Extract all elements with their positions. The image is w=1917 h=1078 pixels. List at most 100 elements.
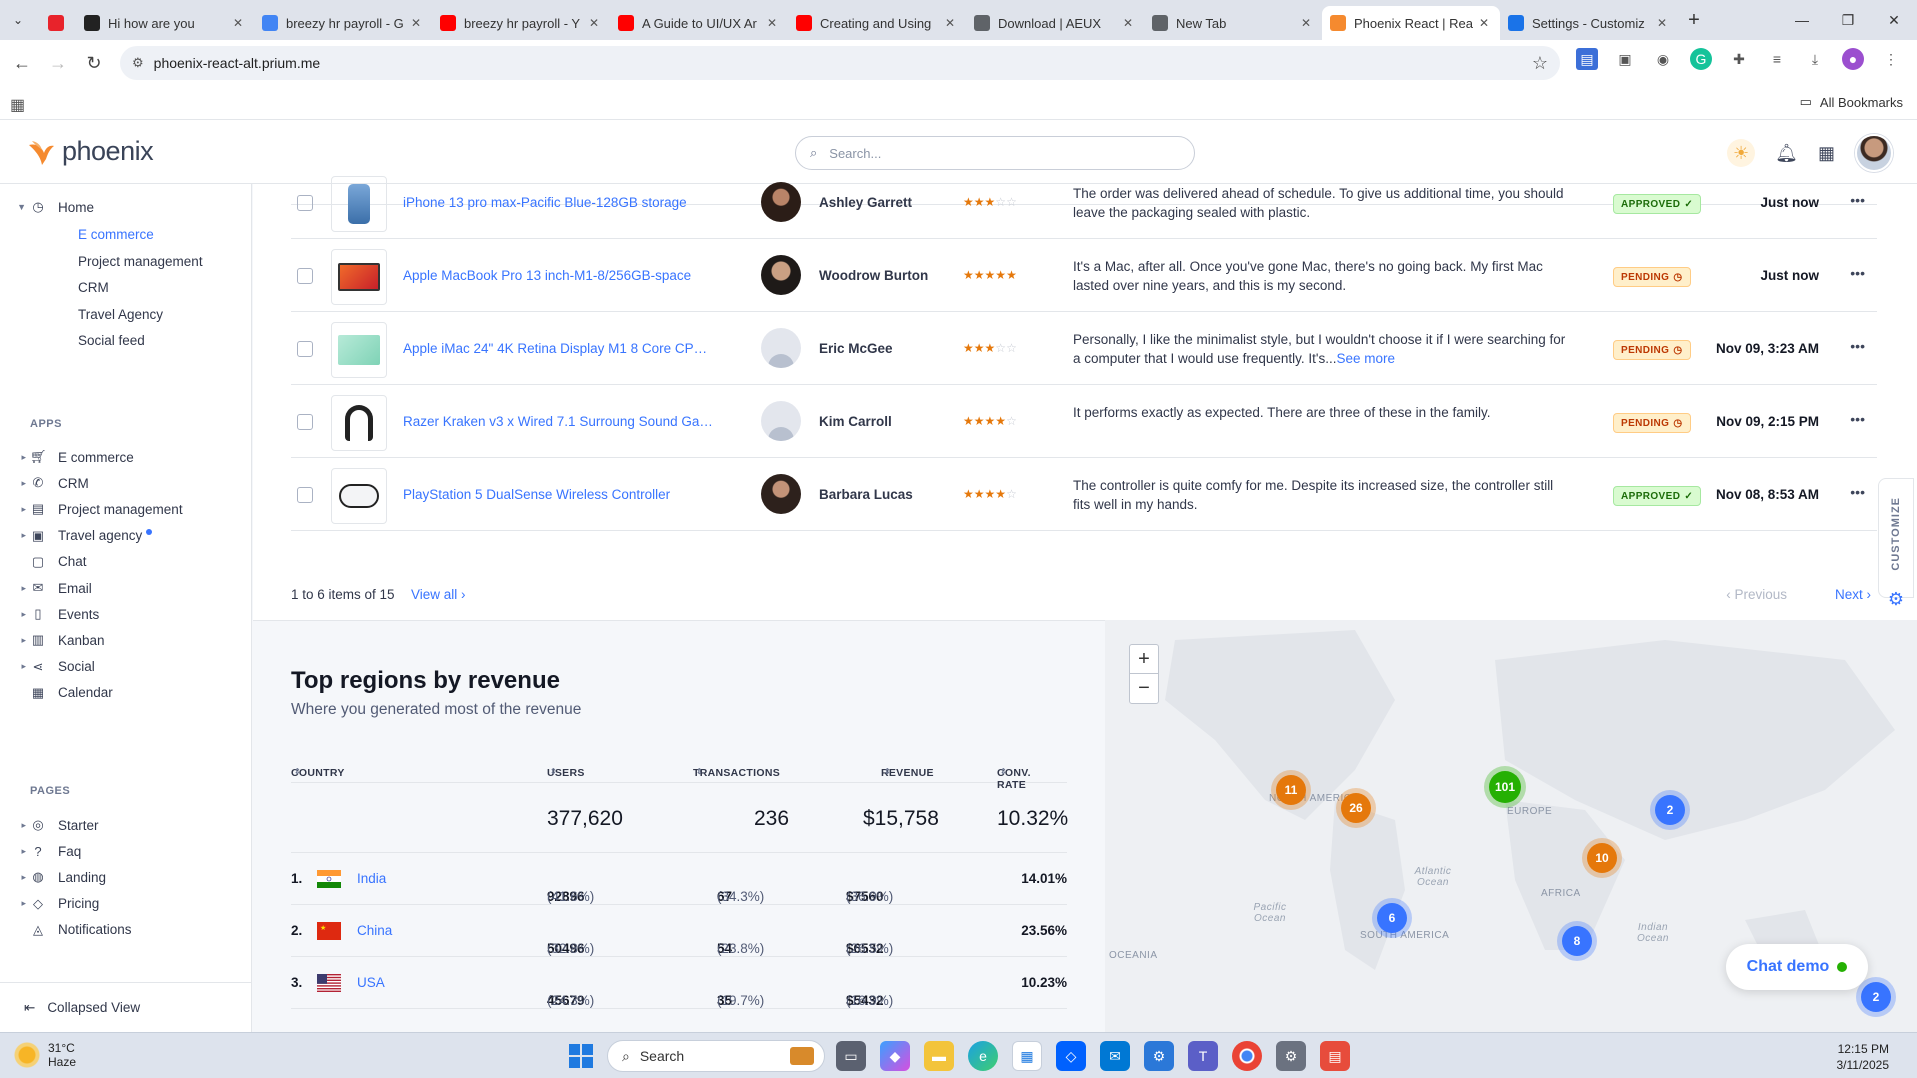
zoom-in-button[interactable]: +	[1130, 645, 1158, 674]
close-tab-icon[interactable]: ✕	[1120, 16, 1136, 30]
zoom-out-button[interactable]: −	[1130, 674, 1158, 703]
row-actions-icon[interactable]: •••	[1850, 192, 1865, 208]
product-link[interactable]: Apple MacBook Pro 13 inch-M1-8/256GB-spa…	[403, 268, 713, 283]
next-button[interactable]: Next ›	[1835, 587, 1871, 602]
sidebar-item[interactable]: ▸ ▯ Events	[0, 601, 252, 627]
close-tab-icon[interactable]: ✕	[408, 16, 424, 30]
close-tab-icon[interactable]: ✕	[586, 16, 602, 30]
teams-icon[interactable]: T	[1188, 1041, 1218, 1071]
sidebar-item[interactable]: ▸ ▥ Kanban	[0, 627, 252, 653]
row-checkbox[interactable]	[297, 341, 313, 357]
site-info-icon[interactable]: ⚙	[132, 55, 144, 71]
camera-icon[interactable]: ◉	[1652, 48, 1674, 70]
forward-button[interactable]: →	[40, 45, 76, 81]
grammarly-icon[interactable]: G	[1690, 48, 1712, 70]
tab-search-chevron-icon[interactable]: ⌄	[0, 0, 36, 40]
product-link[interactable]: iPhone 13 pro max-Pacific Blue-128GB sto…	[403, 195, 713, 210]
product-thumbnail[interactable]	[331, 468, 387, 524]
sidebar-item[interactable]: ▸? Faq	[0, 838, 252, 864]
sidebar-item[interactable]: ▸ ✆ CRM	[0, 470, 252, 496]
store-icon[interactable]: ▦	[1012, 1041, 1042, 1071]
sidebar-item[interactable]: ◬ Notifications	[0, 917, 252, 943]
map-cluster-marker[interactable]: 26	[1341, 793, 1371, 823]
country-link[interactable]: USA	[357, 975, 385, 990]
file-explorer-icon[interactable]: ▬	[924, 1041, 954, 1071]
weather-widget[interactable]: 31°C Haze	[14, 1041, 76, 1069]
row-actions-icon[interactable]: •••	[1850, 411, 1865, 427]
system-clock[interactable]: 12:15 PM 3/11/2025	[1837, 1041, 1890, 1073]
see-more-link[interactable]: See more	[1336, 351, 1395, 366]
row-checkbox[interactable]	[297, 268, 313, 284]
taskbar-search[interactable]: ⌕ Search	[607, 1040, 825, 1072]
product-link[interactable]: Apple iMac 24" 4K Retina Display M1 8 Co…	[403, 341, 713, 356]
close-tab-icon[interactable]: ✕	[1476, 16, 1492, 30]
map-cluster-marker[interactable]: 2	[1655, 795, 1685, 825]
sidebar-item-home[interactable]: ▼ ◷ Home	[0, 194, 252, 220]
collapsed-view-button[interactable]: ⇤ Collapsed View	[0, 982, 252, 1032]
reload-button[interactable]: ↻	[76, 45, 112, 81]
sidebar-subitem[interactable]: Social feed	[78, 333, 145, 348]
calculator-icon[interactable]: ▤	[1320, 1041, 1350, 1071]
dropbox-icon[interactable]: ◇	[1056, 1041, 1086, 1071]
windows-start-icon[interactable]	[569, 1044, 593, 1068]
country-link[interactable]: China	[357, 923, 392, 938]
apps-grid-icon[interactable]: ▦	[10, 95, 25, 115]
row-actions-icon[interactable]: •••	[1850, 338, 1865, 354]
browser-tab[interactable]: Hi how are you ✕	[76, 6, 254, 40]
close-tab-icon[interactable]: ✕	[942, 16, 958, 30]
product-thumbnail[interactable]	[331, 395, 387, 451]
sidebar-subitem[interactable]: E commerce	[78, 227, 154, 242]
extension-icon[interactable]: ▤	[1576, 48, 1598, 70]
map-cluster-marker[interactable]: 8	[1562, 926, 1592, 956]
close-tab-icon[interactable]: ✕	[764, 16, 780, 30]
map-cluster-marker[interactable]: 6	[1377, 903, 1407, 933]
browser-tab[interactable]: Download | AEUX ✕	[966, 6, 1144, 40]
chrome-menu-icon[interactable]: ⋮	[1880, 48, 1902, 70]
sidebar-subitem[interactable]: CRM	[78, 280, 109, 295]
screenshot-extension-icon[interactable]: ▣	[1614, 48, 1636, 70]
customize-panel-toggle[interactable]: CUSTOMIZE ⚙	[1878, 478, 1914, 609]
row-checkbox[interactable]	[297, 195, 313, 211]
all-bookmarks[interactable]: ▭ All Bookmarks	[1800, 94, 1903, 110]
row-checkbox[interactable]	[297, 414, 313, 430]
browser-tab[interactable]: breezy hr payroll - Y ✕	[432, 6, 610, 40]
media-icon[interactable]: ≡	[1766, 48, 1788, 70]
close-tab-icon[interactable]: ✕	[230, 16, 246, 30]
sidebar-subitem[interactable]: Travel Agency	[78, 307, 163, 322]
close-tab-icon[interactable]: ✕	[1298, 16, 1314, 30]
browser-tab[interactable]: New Tab ✕	[1144, 6, 1322, 40]
map-cluster-marker[interactable]: 11	[1276, 775, 1306, 805]
sidebar-item[interactable]: ▸ ✉ Email	[0, 575, 252, 601]
task-view-icon[interactable]: ▭	[836, 1041, 866, 1071]
chrome-icon[interactable]	[1232, 1041, 1262, 1071]
browser-tab[interactable]	[36, 6, 76, 40]
sidebar-item[interactable]: ▸ ⋖ Social	[0, 654, 252, 680]
map-cluster-marker[interactable]: 10	[1587, 843, 1617, 873]
chat-demo-button[interactable]: Chat demo	[1726, 944, 1868, 990]
phoenix-logo[interactable]: phoenix	[26, 136, 154, 167]
url-text[interactable]: phoenix-react-alt.prium.me	[154, 55, 321, 71]
map-cluster-marker[interactable]: 2	[1861, 982, 1891, 1012]
browser-tab[interactable]: breezy hr payroll - G ✕	[254, 6, 432, 40]
sidebar-item[interactable]: ▸ 🛒︎ E commerce	[0, 444, 252, 470]
settings-gear-icon[interactable]: ⚙	[1276, 1041, 1306, 1071]
sidebar-item[interactable]: ▢ Chat	[0, 549, 252, 575]
sidebar-item[interactable]: ▸ ◎ Starter	[0, 812, 252, 838]
product-link[interactable]: Razer Kraken v3 x Wired 7.1 Surroung Sou…	[403, 414, 713, 429]
view-all-link[interactable]: View all ›	[411, 587, 466, 602]
product-link[interactable]: PlayStation 5 DualSense Wireless Control…	[403, 487, 713, 502]
browser-tab[interactable]: Creating and Using ✕	[788, 6, 966, 40]
edge-icon[interactable]: e	[968, 1041, 998, 1071]
mail-app-icon[interactable]: ✉	[1100, 1041, 1130, 1071]
sidebar-subitem[interactable]: Project management	[78, 254, 203, 269]
back-button[interactable]: ←	[4, 45, 40, 81]
product-thumbnail[interactable]	[331, 176, 387, 232]
row-actions-icon[interactable]: •••	[1850, 484, 1865, 500]
browser-tab[interactable]: A Guide to UI/UX Ar ✕	[610, 6, 788, 40]
restore-button[interactable]: ❐	[1825, 0, 1871, 40]
new-tab-button[interactable]: +	[1678, 9, 1710, 32]
map-cluster-marker[interactable]: 101	[1489, 771, 1521, 803]
settings-app-icon[interactable]: ⚙	[1144, 1041, 1174, 1071]
previous-button[interactable]: ‹ Previous	[1726, 587, 1787, 602]
browser-tab[interactable]: Phoenix React | Rea ✕	[1322, 6, 1500, 40]
